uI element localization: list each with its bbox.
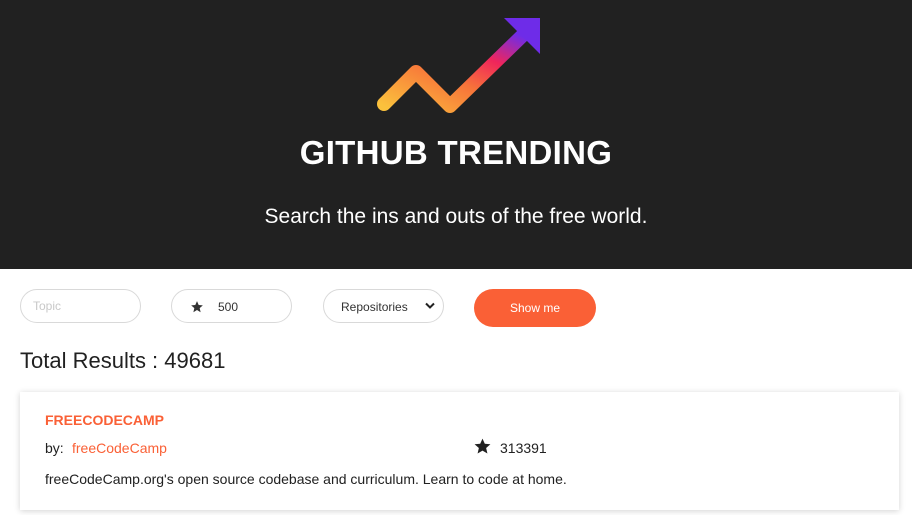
search-controls: Repositories Show me (0, 289, 912, 329)
total-results-count: 49681 (164, 348, 226, 373)
repo-by-label: by: (45, 440, 64, 456)
hero-subtitle: Search the ins and outs of the free worl… (264, 205, 648, 228)
star-icon (191, 301, 203, 313)
repo-star-count: 313391 (500, 440, 547, 456)
min-stars-field[interactable] (171, 289, 292, 323)
total-results: Total Results : 49681 (20, 348, 225, 374)
hero-title: GITHUB TRENDING (299, 134, 613, 171)
topic-input[interactable] (20, 289, 141, 323)
type-select[interactable]: Repositories (323, 289, 444, 323)
trending-up-logo-icon (377, 18, 540, 113)
repo-card: FREECODECAMP by: freeCodeCamp 313391 fre… (20, 392, 899, 510)
show-me-button[interactable]: Show me (474, 289, 596, 327)
chevron-down-icon (425, 302, 435, 309)
total-results-label: Total Results : (20, 348, 159, 373)
min-stars-input[interactable] (218, 298, 278, 316)
repo-name-link[interactable]: FREECODECAMP (45, 412, 164, 428)
repo-owner-link[interactable]: freeCodeCamp (72, 440, 167, 456)
type-select-value: Repositories (341, 300, 408, 314)
repo-description: freeCodeCamp.org's open source codebase … (45, 471, 567, 487)
star-icon (474, 438, 491, 454)
hero-banner: GITHUB TRENDING Search the ins and outs … (0, 0, 912, 269)
